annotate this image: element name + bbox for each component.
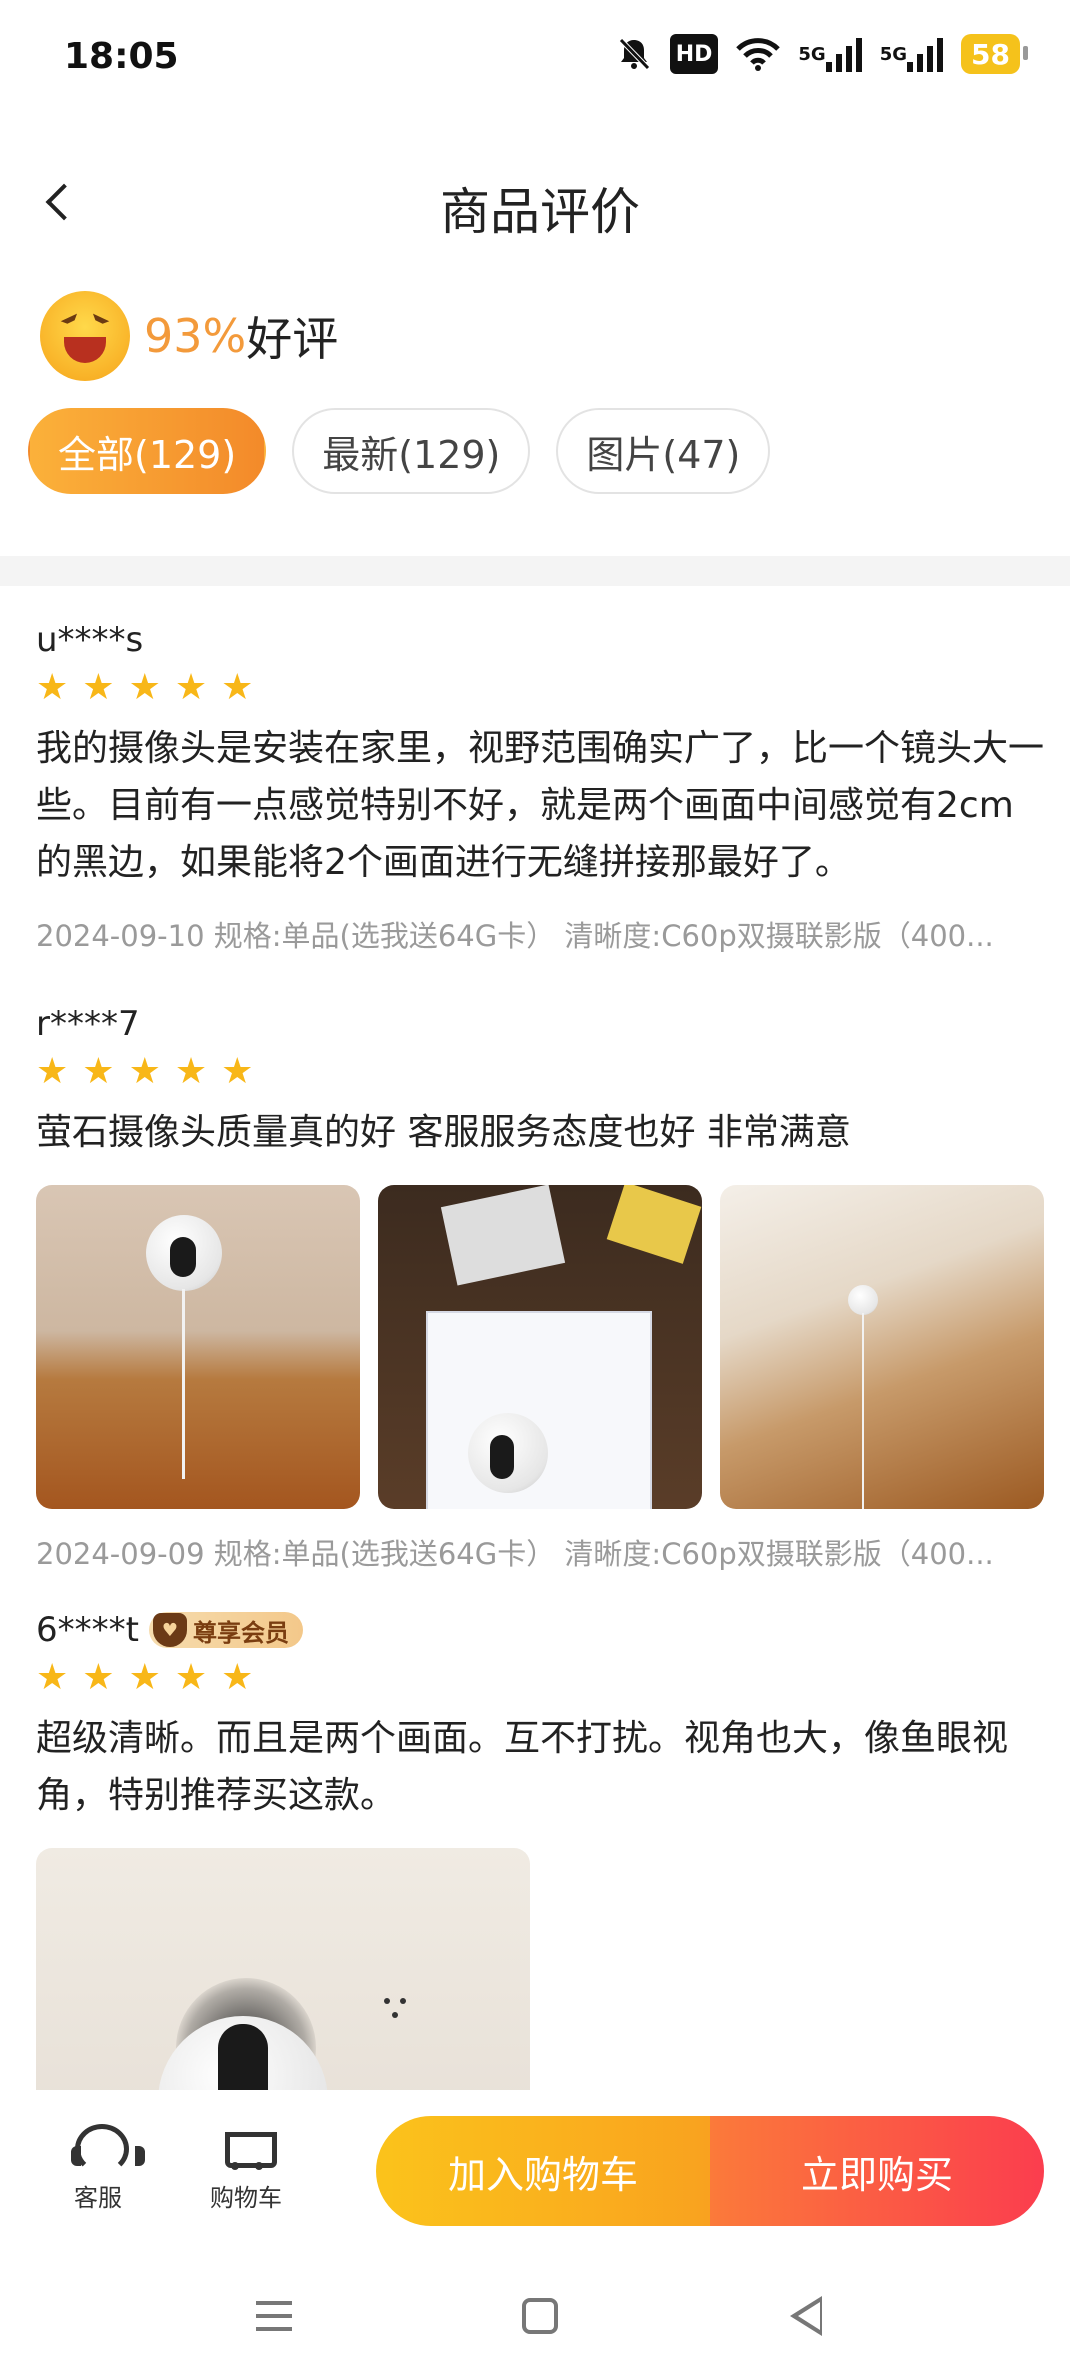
5g-signal-icon: 5G [879, 34, 944, 74]
star-rating: ★ ★ ★ ★ ★ [36, 1660, 1046, 1696]
reviewer-name: r****7 [36, 1004, 140, 1044]
review-item[interactable]: r****7 ★ ★ ★ ★ ★ 萤石摄像头质量真的好 客服服务态度也好 非常满意 20… [36, 1004, 1046, 1573]
divider [0, 556, 1070, 586]
star-icon: ★ [221, 1657, 254, 1698]
star-icon: ★ [128, 1051, 161, 1092]
star-icon: ★ [36, 1657, 69, 1698]
cart-label: 购物车 [210, 2184, 282, 2212]
star-icon: ★ [82, 1657, 115, 1698]
page-title: 商品评价 [440, 183, 640, 241]
star-icon: ★ [82, 1051, 115, 1092]
filter-tabs: 全部(129) 最新(129) 图片(47) [28, 408, 771, 494]
shield-heart-icon: ♥ [152, 1613, 187, 1647]
star-icon: ★ [174, 1051, 208, 1092]
review-text: 超级清晰。而且是两个画面。互不打扰。视角也大，像鱼眼视角，特别推荐买这款。 [36, 1718, 1009, 1816]
cart-button[interactable]: 购物车 [196, 2124, 296, 2213]
bottom-action-bar: 客服 购物车 加入购物车 立即购买 [0, 2090, 1080, 2250]
review-photos [36, 1848, 1046, 2108]
star-icon: ★ [128, 1657, 161, 1698]
cart-icon [217, 2124, 277, 2172]
laughing-emoji-icon [40, 291, 130, 381]
headset-icon [69, 2124, 145, 2174]
star-rating: ★ ★ ★ ★ ★ [36, 670, 1046, 706]
back-icon[interactable] [776, 2286, 836, 2346]
buy-now-button[interactable]: 立即购买 [710, 2116, 1044, 2226]
review-photos [36, 1185, 1046, 1509]
review-item[interactable]: 6****t ♥ 尊享会员 ★ ★ ★ ★ ★ 超级清晰。而且是两个画面。互不打扰。视角… [36, 1610, 1046, 2108]
status-icons: HD 5G 5G 58 [616, 34, 1028, 74]
review-photo[interactable] [378, 1185, 702, 1509]
star-rating: ★ ★ ★ ★ ★ [36, 1054, 1046, 1090]
net-label: 5G [798, 43, 826, 65]
positive-label: 好评 [246, 312, 339, 366]
status-bar: 18:05 HD 5G 5G 58 [0, 0, 1080, 120]
star-icon: ★ [221, 1051, 254, 1092]
star-icon: ★ [128, 667, 161, 708]
service-label: 客服 [74, 2184, 122, 2212]
status-time: 18:05 [64, 36, 179, 77]
battery-icon: 58 [961, 34, 1028, 74]
reviewer-name: u****s [36, 620, 144, 660]
home-icon[interactable] [510, 2286, 570, 2346]
member-badge: ♥ 尊享会员 [148, 1612, 303, 1648]
review-text: 我的摄像头是安装在家里，视野范围确实广了，比一个镜头大一些。目前有一点感觉特别不… [36, 728, 1045, 883]
review-photo[interactable] [36, 1848, 530, 2108]
wifi-icon [736, 34, 781, 74]
star-icon: ★ [174, 667, 208, 708]
tab-photos[interactable]: 图片(47) [556, 408, 771, 494]
hd-icon: HD [669, 34, 719, 74]
reviewer-name: 6****t ♥ 尊享会员 [36, 1610, 1046, 1650]
review-photo[interactable] [720, 1185, 1044, 1509]
star-icon: ★ [82, 667, 115, 708]
positive-rate: 93% [144, 309, 247, 363]
review-meta: 2024-09-10 规格:单品(选我送64G卡） 清晰度:C60p双摄联影版（… [36, 919, 994, 953]
review-item[interactable]: u****s ★ ★ ★ ★ ★ 我的摄像头是安装在家里，视野范围确实广了，比一个镜头大… [36, 620, 1046, 955]
system-nav-bar [0, 2250, 1080, 2376]
review-text: 萤石摄像头质量真的好 客服服务态度也好 非常满意 [36, 1112, 851, 1153]
5g-signal-icon: 5G [798, 34, 862, 74]
tab-latest[interactable]: 最新(129) [292, 408, 531, 494]
review-photo[interactable] [36, 1185, 360, 1509]
service-button[interactable]: 客服 [48, 2124, 148, 2213]
tab-all[interactable]: 全部(129) [28, 408, 267, 494]
header: 商品评价 [0, 150, 1080, 260]
rating-summary: 93% 好评 [40, 290, 338, 382]
star-icon: ★ [174, 1657, 208, 1698]
star-icon: ★ [36, 667, 69, 708]
review-meta: 2024-09-09 规格:单品(选我送64G卡） 清晰度:C60p双摄联影版（… [36, 1537, 994, 1571]
net-label: 5G [879, 43, 908, 65]
menu-icon[interactable] [244, 2286, 304, 2346]
bell-off-icon [616, 34, 652, 74]
star-icon: ★ [221, 667, 254, 708]
add-to-cart-button[interactable]: 加入购物车 [376, 2116, 710, 2226]
star-icon: ★ [36, 1051, 69, 1092]
